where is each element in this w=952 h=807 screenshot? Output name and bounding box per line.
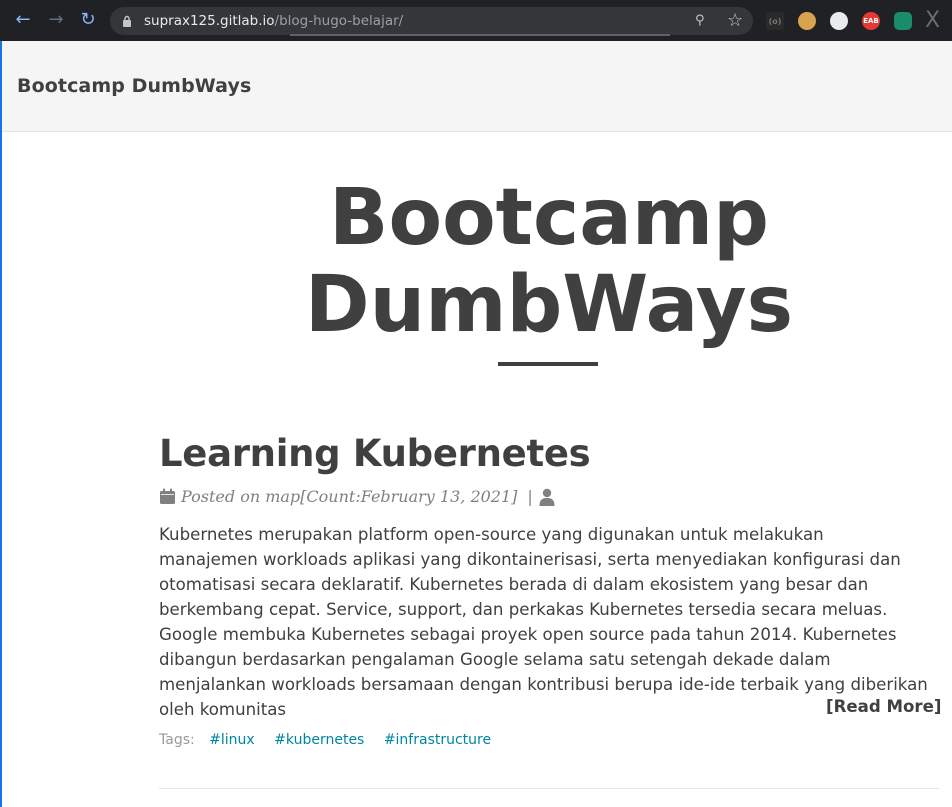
post-meta: Posted on map[Count:February 13, 2021] | [159, 487, 555, 506]
site-navbar: Bootcamp DumbWays [2, 41, 952, 132]
tag-link-infrastructure[interactable]: #infrastructure [384, 732, 491, 748]
navbar-brand-link[interactable]: Bootcamp DumbWays [17, 75, 251, 97]
post-date-text: Posted on map[Count:February 13, 2021] [181, 487, 518, 506]
excerpt-line: berkembang cepat. Service, support, dan … [159, 600, 888, 619]
address-bar[interactable]: suprax125.gitlab.io/blog-hugo-belajar/ ⚲… [110, 7, 753, 36]
url-text[interactable]: suprax125.gitlab.io/blog-hugo-belajar/ [144, 13, 403, 29]
hero-divider [498, 362, 598, 366]
tags-label: Tags: [159, 732, 195, 748]
back-arrow-icon[interactable]: ← [12, 9, 34, 31]
post-tags: Tags: #linux #kubernetes #infrastructure [159, 732, 491, 748]
excerpt-line: dibangun berdasarkan pengalaman Google s… [159, 650, 831, 669]
hero-title: Bootcamp DumbWays [160, 175, 938, 349]
ext-3-icon[interactable] [830, 12, 848, 30]
read-more-link[interactable]: [Read More] [826, 697, 941, 716]
tag-link-kubernetes[interactable]: #kubernetes [274, 732, 364, 748]
post-title-link[interactable]: Learning Kubernetes [159, 432, 591, 475]
ext-1-icon[interactable]: (o) [766, 12, 784, 30]
forward-arrow-icon[interactable]: → [45, 9, 67, 31]
calendar-icon [160, 488, 175, 504]
excerpt-line: manajemen workloads aplikasi yang dikont… [159, 550, 901, 569]
close-x-icon[interactable]: X [925, 8, 940, 33]
ext-5-icon[interactable] [894, 12, 912, 30]
key-icon[interactable]: ⚲ [695, 13, 705, 28]
hero-title-line-1: Bootcamp [329, 173, 769, 263]
hero-title-line-2: DumbWays [304, 260, 794, 350]
address-bar-underline [290, 34, 670, 36]
user-icon [539, 488, 555, 506]
focus-edge [0, 41, 2, 807]
reload-icon[interactable]: ↻ [77, 9, 99, 31]
bookmark-star-icon[interactable]: ☆ [727, 10, 743, 31]
excerpt-line: menjalankan workloads bersamaan dengan k… [159, 675, 928, 694]
browser-toolbar: ← → ↻ suprax125.gitlab.io/blog-hugo-bela… [0, 0, 952, 42]
ext-4-icon[interactable]: EAB [862, 12, 880, 30]
post-excerpt: Kubernetes merupakan platform open-sourc… [159, 522, 949, 722]
post-divider [159, 788, 939, 789]
excerpt-line: Kubernetes merupakan platform open-sourc… [159, 525, 824, 544]
cookie-icon[interactable] [798, 12, 816, 30]
meta-separator: | [527, 487, 533, 506]
tag-link-linux[interactable]: #linux [209, 732, 255, 748]
excerpt-line: otomatisasi secara deklaratif. Kubernete… [159, 575, 869, 594]
lock-icon [123, 15, 131, 27]
excerpt-line: Google membuka Kubernetes sebagai proyek… [159, 625, 897, 644]
